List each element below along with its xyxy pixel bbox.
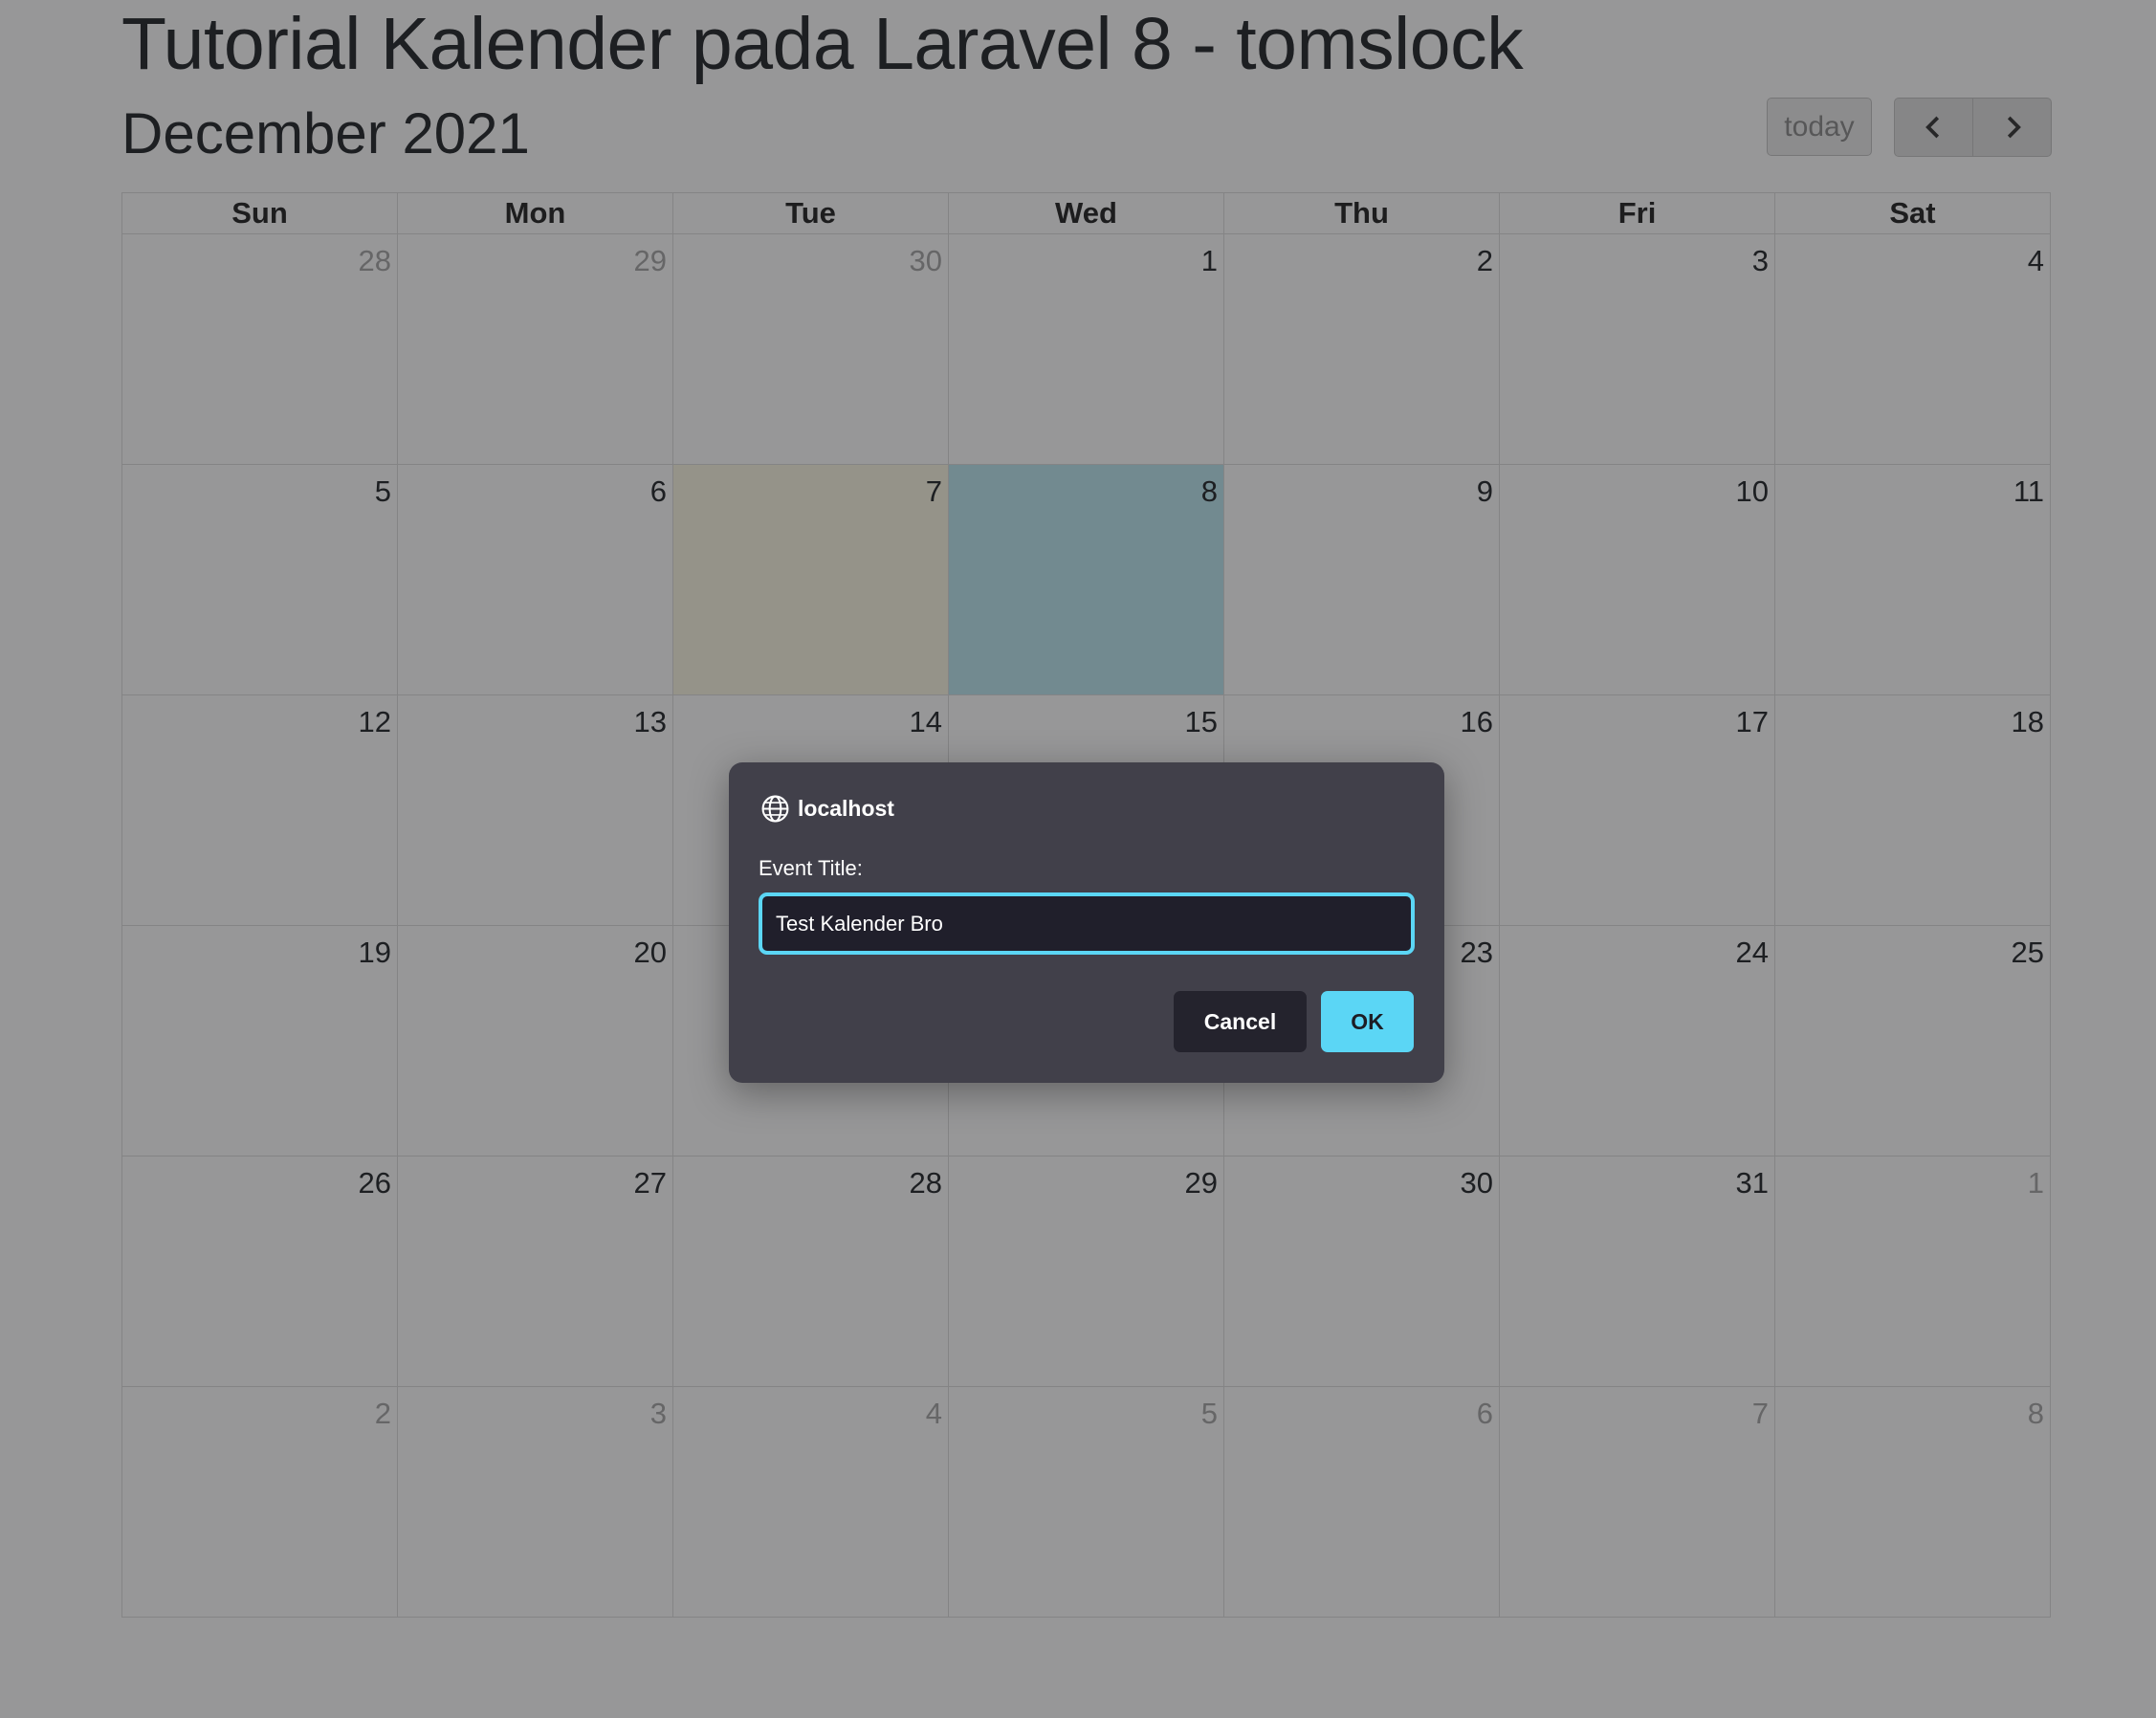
prompt-label: Event Title: (759, 856, 863, 880)
ok-button[interactable]: OK (1321, 991, 1414, 1052)
dialog-origin-text: localhost (798, 796, 894, 821)
cancel-button[interactable]: Cancel (1174, 991, 1307, 1052)
dialog-origin: localhost (760, 794, 894, 824)
prompt-dialog: localhost Event Title: Cancel OK (729, 762, 1444, 1083)
event-title-input[interactable] (759, 892, 1415, 955)
globe-icon (761, 795, 789, 823)
